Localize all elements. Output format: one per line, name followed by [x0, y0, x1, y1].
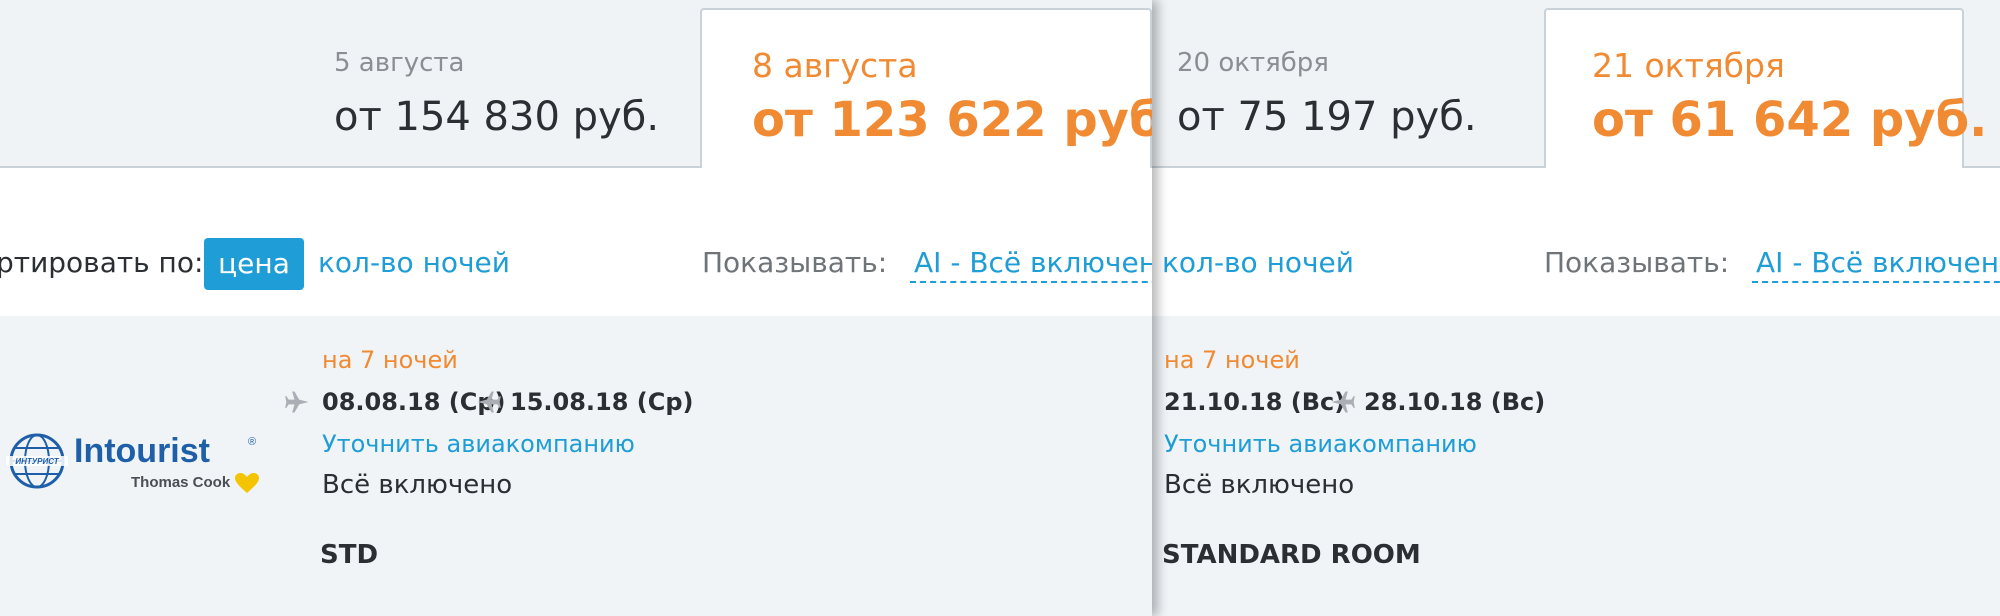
tab-price: от 123 622 руб.: [752, 92, 1152, 148]
nights-count: на 7 ночей: [1164, 346, 1300, 374]
tab-price: от 61 642 руб.: [1592, 92, 1988, 148]
logo-subbrand-text: Thomas Cook: [131, 474, 231, 491]
plane-icon: [477, 391, 501, 413]
meal-type: Всё включено: [1164, 470, 1355, 500]
sort-nights-link[interactable]: кол-во ночей: [1162, 246, 1354, 279]
tab-date: 8 августа: [752, 46, 918, 85]
plane-icon: [1331, 391, 1355, 413]
tab-october-21[interactable]: 21 октября от 61 642 руб.: [1544, 8, 1987, 170]
sort-bar: кол-во ночей Показывать: AI - Всё включе…: [1152, 168, 2000, 316]
return-date: 15.08.18 (Ср): [510, 388, 694, 416]
sort-bar: ртировать по: цена кол-во ночей Показыва…: [0, 168, 1152, 316]
intourist-globe-icon: ИНТУРИСТ: [6, 433, 68, 489]
airline-link[interactable]: Уточнить авиакомпанию: [1164, 430, 1477, 458]
nights-count: на 7 ночей: [322, 346, 458, 374]
logo-brand-text: Intourist: [74, 432, 210, 470]
return-date: 28.10.18 (Вс): [1364, 388, 1546, 416]
tour-result: на 7 ночей 21.10.18 (Вс) 28.10.18 (Вс) У…: [1152, 316, 2000, 616]
show-label: Показывать:: [702, 246, 888, 279]
tab-date: 21 октября: [1592, 46, 1785, 85]
meal-type: Всё включено: [322, 470, 513, 500]
sort-label: ртировать по:: [0, 246, 204, 279]
left-panel: 5 августа от 154 830 руб. 8 августа от 1…: [0, 0, 1152, 616]
depart-date: 21.10.18 (Вс): [1164, 388, 1346, 416]
meal-filter-dropdown[interactable]: AI - Всё включено: [1752, 246, 2000, 283]
airline-link[interactable]: Уточнить авиакомпанию: [322, 430, 635, 458]
tab-price: от 154 830 руб.: [334, 94, 660, 140]
tab-august-8[interactable]: 8 августа от 123 622 руб.: [700, 8, 1152, 170]
tab-august-5[interactable]: 5 августа от 154 830 руб.: [300, 0, 700, 168]
logo-mark-text: ИНТУРИСТ: [15, 457, 59, 466]
room-type: STANDARD ROOM: [1162, 540, 1421, 570]
date-tabs: 20 октября от 75 197 руб. 21 октября от …: [1152, 0, 2000, 170]
tab-date: 5 августа: [334, 48, 465, 78]
tab-price: от 75 197 руб.: [1177, 94, 1477, 140]
registered-mark: ®: [248, 436, 257, 448]
sort-price-button[interactable]: цена: [204, 238, 304, 290]
flight-dates: 21.10.18 (Вс) 28.10.18 (Вс): [1164, 382, 1764, 422]
right-panel: 20 октября от 75 197 руб. 21 октября от …: [1152, 0, 2000, 616]
comparison-stage: 20 октября от 75 197 руб. 21 октября от …: [0, 0, 2000, 616]
tab-october-20[interactable]: 20 октября от 75 197 руб.: [1152, 0, 1542, 168]
meal-filter-dropdown[interactable]: AI - Всё включено: [910, 246, 1152, 283]
tab-date: 20 октября: [1177, 48, 1329, 78]
plane-icon: [285, 391, 309, 413]
room-type: STD: [320, 540, 379, 570]
show-label: Показывать:: [1544, 246, 1730, 279]
tour-operator-logo: ИНТУРИСТ Intourist ® Thomas Cook: [6, 430, 262, 500]
sort-nights-link[interactable]: кол-во ночей: [318, 246, 510, 279]
heart-icon: [235, 473, 259, 493]
flight-dates: 08.08.18 (Ср) 15.08.18 (Ср): [284, 382, 744, 422]
date-tabs: 5 августа от 154 830 руб. 8 августа от 1…: [0, 0, 1152, 170]
